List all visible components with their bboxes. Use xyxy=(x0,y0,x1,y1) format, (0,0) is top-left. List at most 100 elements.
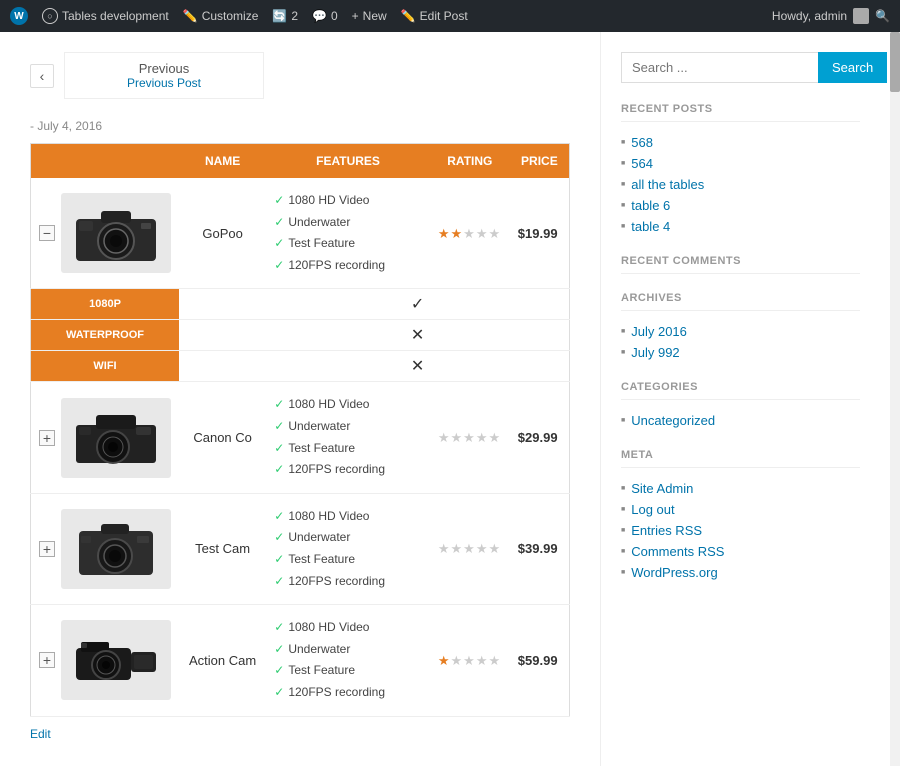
features-list: ✓1080 HD Video✓Underwater✓Test Feature✓1… xyxy=(266,382,430,493)
search-box: Search xyxy=(621,52,860,83)
star-1: ★ xyxy=(438,541,451,556)
meta-section: META Site AdminLog outEntries RSSComment… xyxy=(621,449,860,583)
edit-link[interactable]: Edit xyxy=(30,727,51,741)
scroll-track[interactable] xyxy=(890,32,900,766)
product-image-cell: + xyxy=(31,605,180,716)
star-4: ★ xyxy=(476,430,489,445)
check-icon: ✓ xyxy=(274,193,284,207)
list-item[interactable]: all the tables xyxy=(621,174,860,195)
star-4: ★ xyxy=(476,226,489,241)
list-item-link[interactable]: all the tables xyxy=(631,177,704,192)
feature-item: ✓Underwater xyxy=(274,416,422,438)
list-item[interactable]: 568 xyxy=(621,132,860,153)
list-item[interactable]: Comments RSS xyxy=(621,541,860,562)
expand-button[interactable]: + xyxy=(39,652,55,668)
product-image xyxy=(61,620,171,700)
list-item[interactable]: Log out xyxy=(621,499,860,520)
feature-item: ✓Test Feature xyxy=(274,549,422,571)
scroll-thumb[interactable] xyxy=(890,32,900,92)
spec-label: 1080P xyxy=(31,289,179,319)
expand-button[interactable]: − xyxy=(39,225,55,241)
recent-posts-title: RECENT POSTS xyxy=(621,103,860,122)
table-row: + Canon Co ✓1080 HD Video✓Underwater✓Tes… xyxy=(31,382,570,493)
check-icon: ✓ xyxy=(274,441,284,455)
list-item-link[interactable]: Uncategorized xyxy=(631,413,715,428)
previous-post-label: Previous Post xyxy=(81,76,247,90)
price: $29.99 xyxy=(510,382,570,493)
check-icon: ✓ xyxy=(274,236,284,250)
list-item-link[interactable]: 568 xyxy=(631,135,653,150)
search-icon[interactable]: 🔍 xyxy=(875,9,890,23)
page-wrap: ‹ Previous Previous Post - July 4, 2016 … xyxy=(0,32,900,766)
feature-item: ✓Test Feature xyxy=(274,233,422,255)
stars: ★★★★★ xyxy=(438,652,502,669)
check-icon: ✓ xyxy=(274,509,284,523)
site-name: Tables development xyxy=(62,9,169,23)
price: $19.99 xyxy=(510,178,570,289)
list-item[interactable]: table 4 xyxy=(621,216,860,237)
star-5: ★ xyxy=(488,226,501,241)
product-image-cell: − xyxy=(31,178,180,289)
list-item-link[interactable]: Entries RSS xyxy=(631,523,702,538)
recent-comments-title: RECENT COMMENTS xyxy=(621,255,860,274)
expand-button[interactable]: + xyxy=(39,541,55,557)
star-3: ★ xyxy=(463,653,476,668)
revisions-link[interactable]: 🔄 2 xyxy=(272,9,298,23)
list-item[interactable]: WordPress.org xyxy=(621,562,860,583)
spec-label-cell: WIFI xyxy=(31,351,180,382)
recent-posts-section: RECENT POSTS 568 564 all the tables table 6… xyxy=(621,103,860,237)
archives-list: July 2016 July 992 xyxy=(621,321,860,363)
search-button[interactable]: Search xyxy=(818,52,887,83)
check-icon: ✓ xyxy=(274,215,284,229)
spec-label: WATERPROOF xyxy=(31,320,179,350)
spec-row: WATERPROOF ✕ xyxy=(31,320,570,351)
list-item-link[interactable]: table 6 xyxy=(631,198,670,213)
list-item[interactable]: Site Admin xyxy=(621,478,860,499)
star-2: ★ xyxy=(451,430,464,445)
product-image xyxy=(61,193,171,273)
product-image-cell: + xyxy=(31,382,180,493)
list-item[interactable]: July 992 xyxy=(621,342,860,363)
list-item-link[interactable]: July 992 xyxy=(631,345,679,360)
check-icon: ✓ xyxy=(274,258,284,272)
archives-title: ARCHIVES xyxy=(621,292,860,311)
feature-item: ✓Test Feature xyxy=(274,438,422,460)
list-item-link[interactable]: Log out xyxy=(631,502,674,517)
list-item-link[interactable]: 564 xyxy=(631,156,653,171)
list-item-link[interactable]: July 2016 xyxy=(631,324,687,339)
list-item[interactable]: July 2016 xyxy=(621,321,860,342)
admin-bar: W ○ Tables development ✏️ Customize 🔄 2 … xyxy=(0,0,900,32)
list-item-link[interactable]: Comments RSS xyxy=(631,544,724,559)
expand-button[interactable]: + xyxy=(39,430,55,446)
list-item-link[interactable]: table 4 xyxy=(631,219,670,234)
rating-cell: ★★★★★ xyxy=(430,493,510,604)
comparison-table: NAME FEATURES RATING PRICE − xyxy=(30,143,570,717)
site-name-link[interactable]: ○ Tables development xyxy=(42,8,169,24)
check-icon: ✓ xyxy=(274,419,284,433)
spec-row: WIFI ✕ xyxy=(31,351,570,382)
list-item[interactable]: Entries RSS xyxy=(621,520,860,541)
check-icon: ✓ xyxy=(274,397,284,411)
list-item[interactable]: Uncategorized xyxy=(621,410,860,431)
check-icon: ✓ xyxy=(274,462,284,476)
wp-icon[interactable]: W xyxy=(10,7,28,25)
spec-value: ✓ xyxy=(266,289,569,320)
back-arrow[interactable]: ‹ xyxy=(30,64,54,88)
check-icon: ✓ xyxy=(274,663,284,677)
star-4: ★ xyxy=(476,653,489,668)
meta-list: Site Admin Log out Entries RSS Comments RSS… xyxy=(621,478,860,583)
new-link[interactable]: + New xyxy=(352,9,387,23)
list-item-link[interactable]: Site Admin xyxy=(631,481,693,496)
list-item[interactable]: table 6 xyxy=(621,195,860,216)
list-item[interactable]: 564 xyxy=(621,153,860,174)
edit-post-link[interactable]: ✏️ Edit Post xyxy=(401,9,468,23)
features-list: ✓1080 HD Video✓Underwater✓Test Feature✓1… xyxy=(266,493,430,604)
previous-post-nav[interactable]: Previous Previous Post xyxy=(64,52,264,99)
search-input[interactable] xyxy=(621,52,818,83)
customize-link[interactable]: ✏️ Customize xyxy=(183,9,259,23)
features-list: ✓1080 HD Video✓Underwater✓Test Feature✓1… xyxy=(266,605,430,716)
stars: ★★★★★ xyxy=(438,429,502,446)
comments-link[interactable]: 💬 0 xyxy=(312,9,338,23)
list-item-link[interactable]: WordPress.org xyxy=(631,565,717,580)
circle-icon: ○ xyxy=(42,8,58,24)
